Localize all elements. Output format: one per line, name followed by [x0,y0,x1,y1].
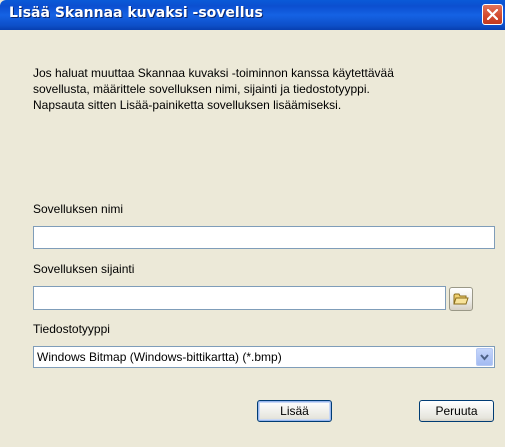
dropdown-arrow-button[interactable] [476,348,493,366]
folder-icon [453,293,469,305]
app-name-label: Sovelluksen nimi [33,202,124,216]
instructions-line: sovellusta, määrittele sovelluksen nimi,… [33,82,370,96]
browse-button[interactable] [449,287,473,311]
close-icon [487,9,498,20]
add-application-dialog: Lisää Skannaa kuvaksi -sovellus Jos halu… [0,0,505,447]
instructions-line: Jos haluat muuttaa Skannaa kuvaksi -toim… [33,66,394,80]
app-name-field[interactable] [33,226,495,249]
cancel-button[interactable]: Peruuta [419,400,494,422]
add-button[interactable]: Lisää [257,400,332,422]
chevron-down-icon [480,354,489,361]
file-type-dropdown[interactable]: Windows Bitmap (Windows-bittikartta) (*.… [33,346,495,368]
app-location-label: Sovelluksen sijainti [33,262,135,276]
window-title: Lisää Skannaa kuvaksi -sovellus [9,5,263,21]
instructions-line: Napsauta sitten Lisää-painiketta sovellu… [33,98,342,112]
title-bar[interactable]: Lisää Skannaa kuvaksi -sovellus [0,0,505,30]
instructions-text: Jos haluat muuttaa Skannaa kuvaksi -toim… [33,65,493,113]
file-type-selected-value: Windows Bitmap (Windows-bittikartta) (*.… [37,350,282,364]
app-location-field[interactable] [33,286,446,310]
close-button[interactable] [482,4,503,25]
file-type-label: Tiedostotyyppi [33,322,110,336]
